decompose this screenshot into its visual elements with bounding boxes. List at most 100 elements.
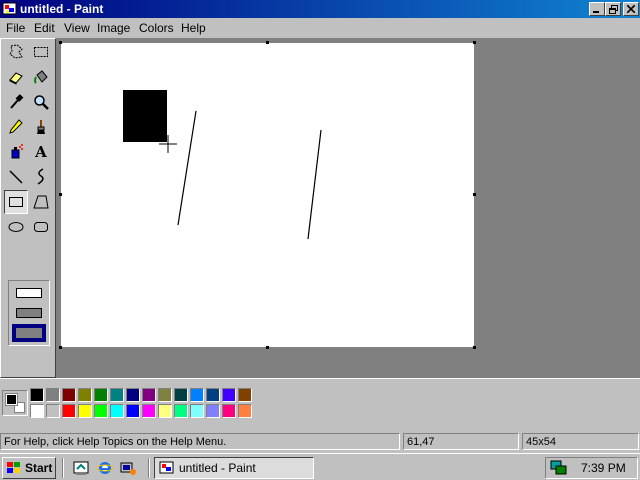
color-swatch[interactable] — [94, 388, 108, 402]
color-swatch[interactable] — [142, 388, 156, 402]
free-form-select-tool[interactable] — [4, 40, 28, 64]
taskbar-separator — [62, 458, 64, 478]
quick-launch-ie[interactable] — [96, 459, 114, 477]
quick-launch-channels[interactable] — [119, 459, 137, 477]
fill-style-options — [8, 280, 50, 346]
text-icon: A — [35, 143, 47, 161]
rect-select-icon — [34, 47, 48, 57]
color-swatch[interactable] — [78, 388, 92, 402]
quick-launch-desktop[interactable] — [72, 459, 90, 477]
menu-file[interactable]: File — [6, 21, 25, 35]
taskbar-clock[interactable]: 7:39 PM — [581, 461, 626, 475]
ellipse-tool[interactable] — [4, 215, 28, 239]
resize-handle-top[interactable] — [266, 41, 269, 44]
eraser-tool[interactable] — [4, 65, 28, 89]
color-swatch[interactable] — [174, 388, 188, 402]
palette-row-2 — [30, 403, 256, 419]
airbrush-tool[interactable] — [4, 140, 28, 164]
color-swatch[interactable] — [110, 388, 124, 402]
drawn-line-1 — [177, 110, 197, 226]
color-swatch[interactable] — [126, 404, 140, 418]
color-swatch[interactable] — [238, 404, 252, 418]
polygon-icon — [33, 195, 49, 209]
menu-colors[interactable]: Colors — [139, 21, 174, 35]
foreground-color — [5, 393, 18, 406]
color-swatch[interactable] — [206, 388, 220, 402]
color-picker-tool[interactable] — [4, 90, 28, 114]
tray-network[interactable] — [550, 460, 568, 476]
fill-style-fill — [16, 328, 42, 338]
rect-select-tool[interactable] — [29, 40, 53, 64]
resize-handle-bottom-left[interactable] — [59, 346, 62, 349]
tool-box: A — [0, 38, 56, 378]
fill-style-outline[interactable] — [16, 288, 42, 298]
close-button[interactable] — [623, 2, 639, 16]
color-swatch[interactable] — [30, 388, 44, 402]
fill-tool[interactable] — [29, 65, 53, 89]
color-swatch[interactable] — [174, 404, 188, 418]
free-form-select-icon — [9, 44, 23, 59]
color-swatch[interactable] — [158, 404, 172, 418]
fill-style-outline-and-fill[interactable] — [16, 308, 42, 318]
menu-edit[interactable]: Edit — [34, 21, 55, 35]
system-tray: 7:39 PM — [545, 457, 638, 479]
brush-tool[interactable] — [29, 115, 53, 139]
color-swatch[interactable] — [62, 388, 76, 402]
current-colors[interactable] — [2, 390, 28, 416]
color-swatch[interactable] — [190, 404, 204, 418]
magnifier-icon — [34, 95, 49, 110]
text-tool[interactable]: A — [29, 140, 53, 164]
title-bar[interactable]: untitled - Paint — [0, 0, 640, 18]
ellipse-icon — [8, 222, 24, 232]
channels-icon — [120, 462, 136, 475]
color-picker-icon — [10, 94, 24, 109]
internet-explorer-icon — [97, 462, 113, 474]
color-swatch[interactable] — [142, 404, 156, 418]
close-icon — [627, 5, 635, 13]
color-swatch[interactable] — [110, 404, 124, 418]
color-swatch[interactable] — [190, 388, 204, 402]
color-swatch[interactable] — [78, 404, 92, 418]
menu-help[interactable]: Help — [181, 21, 206, 35]
pencil-tool[interactable] — [4, 115, 28, 139]
menu-image[interactable]: Image — [97, 21, 130, 35]
resize-handle-bottom[interactable] — [266, 346, 269, 349]
magnifier-tool[interactable] — [29, 90, 53, 114]
resize-handle-top-left[interactable] — [59, 41, 62, 44]
drawing-canvas[interactable] — [61, 43, 474, 347]
menu-bar: File Edit View Image Colors Help — [0, 18, 640, 37]
resize-handle-left[interactable] — [59, 193, 62, 196]
maximize-button[interactable] — [605, 2, 621, 16]
status-selection-size: 45x54 — [522, 433, 639, 450]
color-swatch[interactable] — [46, 388, 60, 402]
fill-style-fill-selected[interactable] — [12, 324, 46, 342]
polygon-tool[interactable] — [29, 190, 53, 214]
start-button[interactable]: Start — [2, 457, 56, 479]
color-swatch[interactable] — [46, 404, 60, 418]
resize-handle-right[interactable] — [473, 193, 476, 196]
color-swatch[interactable] — [126, 388, 140, 402]
status-help-text: For Help, click Help Topics on the Help … — [0, 433, 400, 450]
rectangle-tool[interactable] — [4, 190, 28, 214]
line-icon — [9, 170, 23, 184]
color-swatch[interactable] — [30, 404, 44, 418]
color-swatch[interactable] — [62, 404, 76, 418]
color-swatch[interactable] — [238, 388, 252, 402]
menu-view[interactable]: View — [64, 21, 90, 35]
color-swatch[interactable] — [206, 404, 220, 418]
curve-tool[interactable] — [29, 165, 53, 189]
color-swatch[interactable] — [222, 388, 236, 402]
resize-handle-bottom-right[interactable] — [473, 346, 476, 349]
color-swatch[interactable] — [158, 388, 172, 402]
resize-handle-top-right[interactable] — [473, 41, 476, 44]
paint-app-icon[interactable] — [2, 1, 18, 17]
rounded-rect-tool[interactable] — [29, 215, 53, 239]
line-tool[interactable] — [4, 165, 28, 189]
window-title: untitled - Paint — [20, 2, 104, 16]
start-label: Start — [25, 461, 53, 475]
color-swatch[interactable] — [94, 404, 108, 418]
color-swatch[interactable] — [222, 404, 236, 418]
taskbar-separator-2 — [148, 458, 150, 478]
minimize-button[interactable] — [589, 2, 605, 16]
taskbar-button-paint[interactable]: untitled - Paint — [154, 457, 314, 479]
